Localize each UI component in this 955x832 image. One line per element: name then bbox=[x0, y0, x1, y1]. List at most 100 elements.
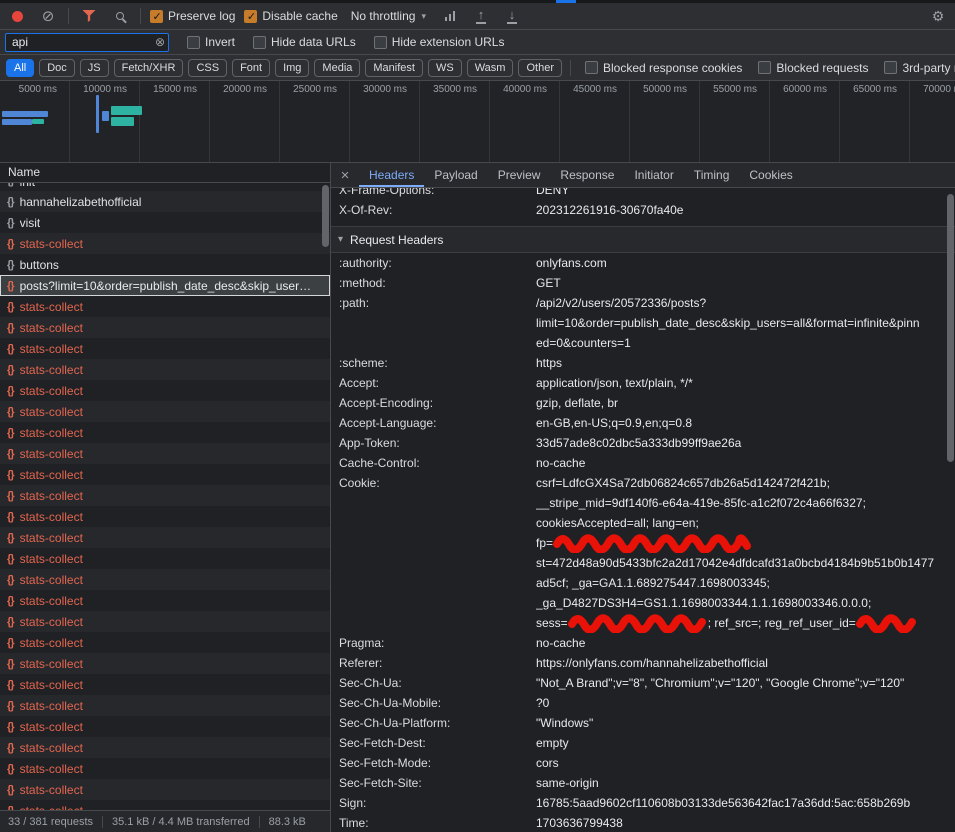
name-column-header[interactable]: Name bbox=[0, 163, 330, 183]
hide-extension-urls-checkbox[interactable]: Hide extension URLs bbox=[374, 35, 505, 49]
timeline-overview[interactable]: 5000 ms10000 ms15000 ms20000 ms25000 ms3… bbox=[0, 81, 955, 163]
3rd-party-requests-checkbox-box[interactable] bbox=[884, 61, 897, 74]
hide-extension-urls-checkbox-box[interactable] bbox=[374, 36, 387, 49]
request-row[interactable]: {}stats-collect bbox=[0, 317, 330, 338]
details-tabbar: × HeadersPayloadPreviewResponseInitiator… bbox=[331, 163, 955, 188]
details-tab-timing[interactable]: Timing bbox=[684, 163, 740, 187]
details-tab-cookies[interactable]: Cookies bbox=[739, 163, 802, 187]
type-filter-wasm[interactable]: Wasm bbox=[467, 59, 514, 77]
request-row[interactable]: {}stats-collect bbox=[0, 800, 330, 810]
json-braces-icon: {} bbox=[7, 490, 14, 502]
request-headers-section[interactable]: ▾ Request Headers bbox=[331, 226, 955, 253]
details-scrollbar[interactable] bbox=[946, 188, 955, 832]
disable-cache-checkbox-box[interactable] bbox=[244, 10, 257, 23]
header-value-line: 1703636799438 bbox=[536, 813, 949, 832]
timeline-tick-label: 15000 ms bbox=[140, 81, 209, 95]
request-row[interactable]: {}stats-collect bbox=[0, 716, 330, 737]
header-value: same-origin bbox=[536, 773, 955, 793]
request-row[interactable]: {}stats-collect bbox=[0, 233, 330, 254]
request-row[interactable]: {}stats-collect bbox=[0, 527, 330, 548]
invert-checkbox-box[interactable] bbox=[187, 36, 200, 49]
request-row[interactable]: {}stats-collect bbox=[0, 338, 330, 359]
blocked-requests-checkbox[interactable]: Blocked requests bbox=[758, 61, 868, 75]
request-row[interactable]: {}posts?limit=10&order=publish_date_desc… bbox=[0, 275, 330, 296]
request-row[interactable]: {}stats-collect bbox=[0, 674, 330, 695]
request-row[interactable]: {}stats-collect bbox=[0, 359, 330, 380]
request-row[interactable]: {}stats-collect bbox=[0, 380, 330, 401]
request-row[interactable]: {}init bbox=[0, 183, 330, 191]
request-row[interactable]: {}stats-collect bbox=[0, 569, 330, 590]
details-scrollbar-thumb[interactable] bbox=[947, 194, 954, 462]
close-details-button[interactable]: × bbox=[331, 163, 359, 187]
details-tab-payload[interactable]: Payload bbox=[424, 163, 487, 187]
search-button[interactable] bbox=[109, 5, 131, 27]
type-filter-font[interactable]: Font bbox=[232, 59, 270, 77]
header-value-text: 202312261916-30670fa40e bbox=[536, 203, 683, 217]
network-conditions-button[interactable] bbox=[439, 5, 461, 27]
3rd-party-requests-checkbox[interactable]: 3rd-party requests bbox=[884, 61, 955, 75]
export-har-button[interactable]: ↓ bbox=[501, 5, 523, 27]
type-filter-fetch-xhr[interactable]: Fetch/XHR bbox=[114, 59, 184, 77]
request-row[interactable]: {}stats-collect bbox=[0, 296, 330, 317]
type-filter-media[interactable]: Media bbox=[314, 59, 360, 77]
header-value-line: ad5cf; _ga=GA1.1.689275447.1698003345; bbox=[536, 573, 949, 593]
clear-filter-input-icon[interactable]: ⊗ bbox=[155, 35, 165, 49]
blocked-requests-checkbox-box[interactable] bbox=[758, 61, 771, 74]
type-filter-img[interactable]: Img bbox=[275, 59, 309, 77]
header-row: Sign:16785:5aad9602cf110608b03133de56364… bbox=[331, 793, 955, 813]
request-row[interactable]: {}stats-collect bbox=[0, 464, 330, 485]
details-tab-response[interactable]: Response bbox=[550, 163, 624, 187]
request-row[interactable]: {}stats-collect bbox=[0, 779, 330, 800]
request-row[interactable]: {}stats-collect bbox=[0, 485, 330, 506]
preserve-log-checkbox-box[interactable] bbox=[150, 10, 163, 23]
type-filter-manifest[interactable]: Manifest bbox=[365, 59, 423, 77]
filter-toggle-button[interactable] bbox=[78, 5, 100, 27]
details-tab-preview[interactable]: Preview bbox=[488, 163, 551, 187]
type-filter-other[interactable]: Other bbox=[518, 59, 562, 77]
request-row[interactable]: {}stats-collect bbox=[0, 632, 330, 653]
hide-data-urls-checkbox-box[interactable] bbox=[253, 36, 266, 49]
request-row[interactable]: {}stats-collect bbox=[0, 590, 330, 611]
request-row[interactable]: {}stats-collect bbox=[0, 611, 330, 632]
clear-network-log-button[interactable]: ⊘ bbox=[37, 5, 59, 27]
import-har-button[interactable]: ↑ bbox=[470, 5, 492, 27]
header-name: App-Token: bbox=[339, 433, 536, 453]
invert-checkbox[interactable]: Invert bbox=[187, 35, 235, 49]
blocked-response-cookies-checkbox-box[interactable] bbox=[585, 61, 598, 74]
request-row[interactable]: {}hannahelizabethofficial bbox=[0, 191, 330, 212]
request-row[interactable]: {}stats-collect bbox=[0, 737, 330, 758]
request-name: stats-collect bbox=[20, 783, 83, 797]
header-value: https bbox=[536, 353, 955, 373]
timeline-activity-bar bbox=[102, 111, 109, 121]
type-filter-all[interactable]: All bbox=[6, 59, 34, 77]
request-row[interactable]: {}stats-collect bbox=[0, 443, 330, 464]
type-filter-doc[interactable]: Doc bbox=[39, 59, 75, 77]
type-filter-css[interactable]: CSS bbox=[188, 59, 227, 77]
header-name: :method: bbox=[339, 273, 536, 293]
details-tab-headers[interactable]: Headers bbox=[359, 163, 424, 187]
disable-cache-checkbox[interactable]: Disable cache bbox=[244, 9, 337, 23]
network-conditions-icon bbox=[444, 11, 456, 21]
settings-button[interactable]: ⚙ bbox=[927, 5, 949, 27]
request-row[interactable]: {}buttons bbox=[0, 254, 330, 275]
request-list-scrollbar[interactable] bbox=[321, 183, 330, 810]
network-filter-input[interactable] bbox=[5, 33, 169, 52]
request-row[interactable]: {}stats-collect bbox=[0, 548, 330, 569]
record-button[interactable] bbox=[6, 5, 28, 27]
request-row[interactable]: {}stats-collect bbox=[0, 401, 330, 422]
hide-data-urls-checkbox[interactable]: Hide data URLs bbox=[253, 35, 356, 49]
type-filter-js[interactable]: JS bbox=[80, 59, 109, 77]
throttling-dropdown[interactable]: No throttling ▾ bbox=[347, 9, 430, 23]
blocked-response-cookies-checkbox[interactable]: Blocked response cookies bbox=[585, 61, 742, 75]
request-row[interactable]: {}stats-collect bbox=[0, 653, 330, 674]
request-row[interactable]: {}stats-collect bbox=[0, 506, 330, 527]
request-row[interactable]: {}stats-collect bbox=[0, 422, 330, 443]
preserve-log-checkbox[interactable]: Preserve log bbox=[150, 9, 235, 23]
request-row[interactable]: {}stats-collect bbox=[0, 758, 330, 779]
request-row[interactable]: {}stats-collect bbox=[0, 695, 330, 716]
details-tab-initiator[interactable]: Initiator bbox=[624, 163, 683, 187]
request-row[interactable]: {}visit bbox=[0, 212, 330, 233]
type-filter-ws[interactable]: WS bbox=[428, 59, 462, 77]
request-list-scrollbar-thumb[interactable] bbox=[322, 185, 329, 247]
request-name: stats-collect bbox=[20, 594, 83, 608]
